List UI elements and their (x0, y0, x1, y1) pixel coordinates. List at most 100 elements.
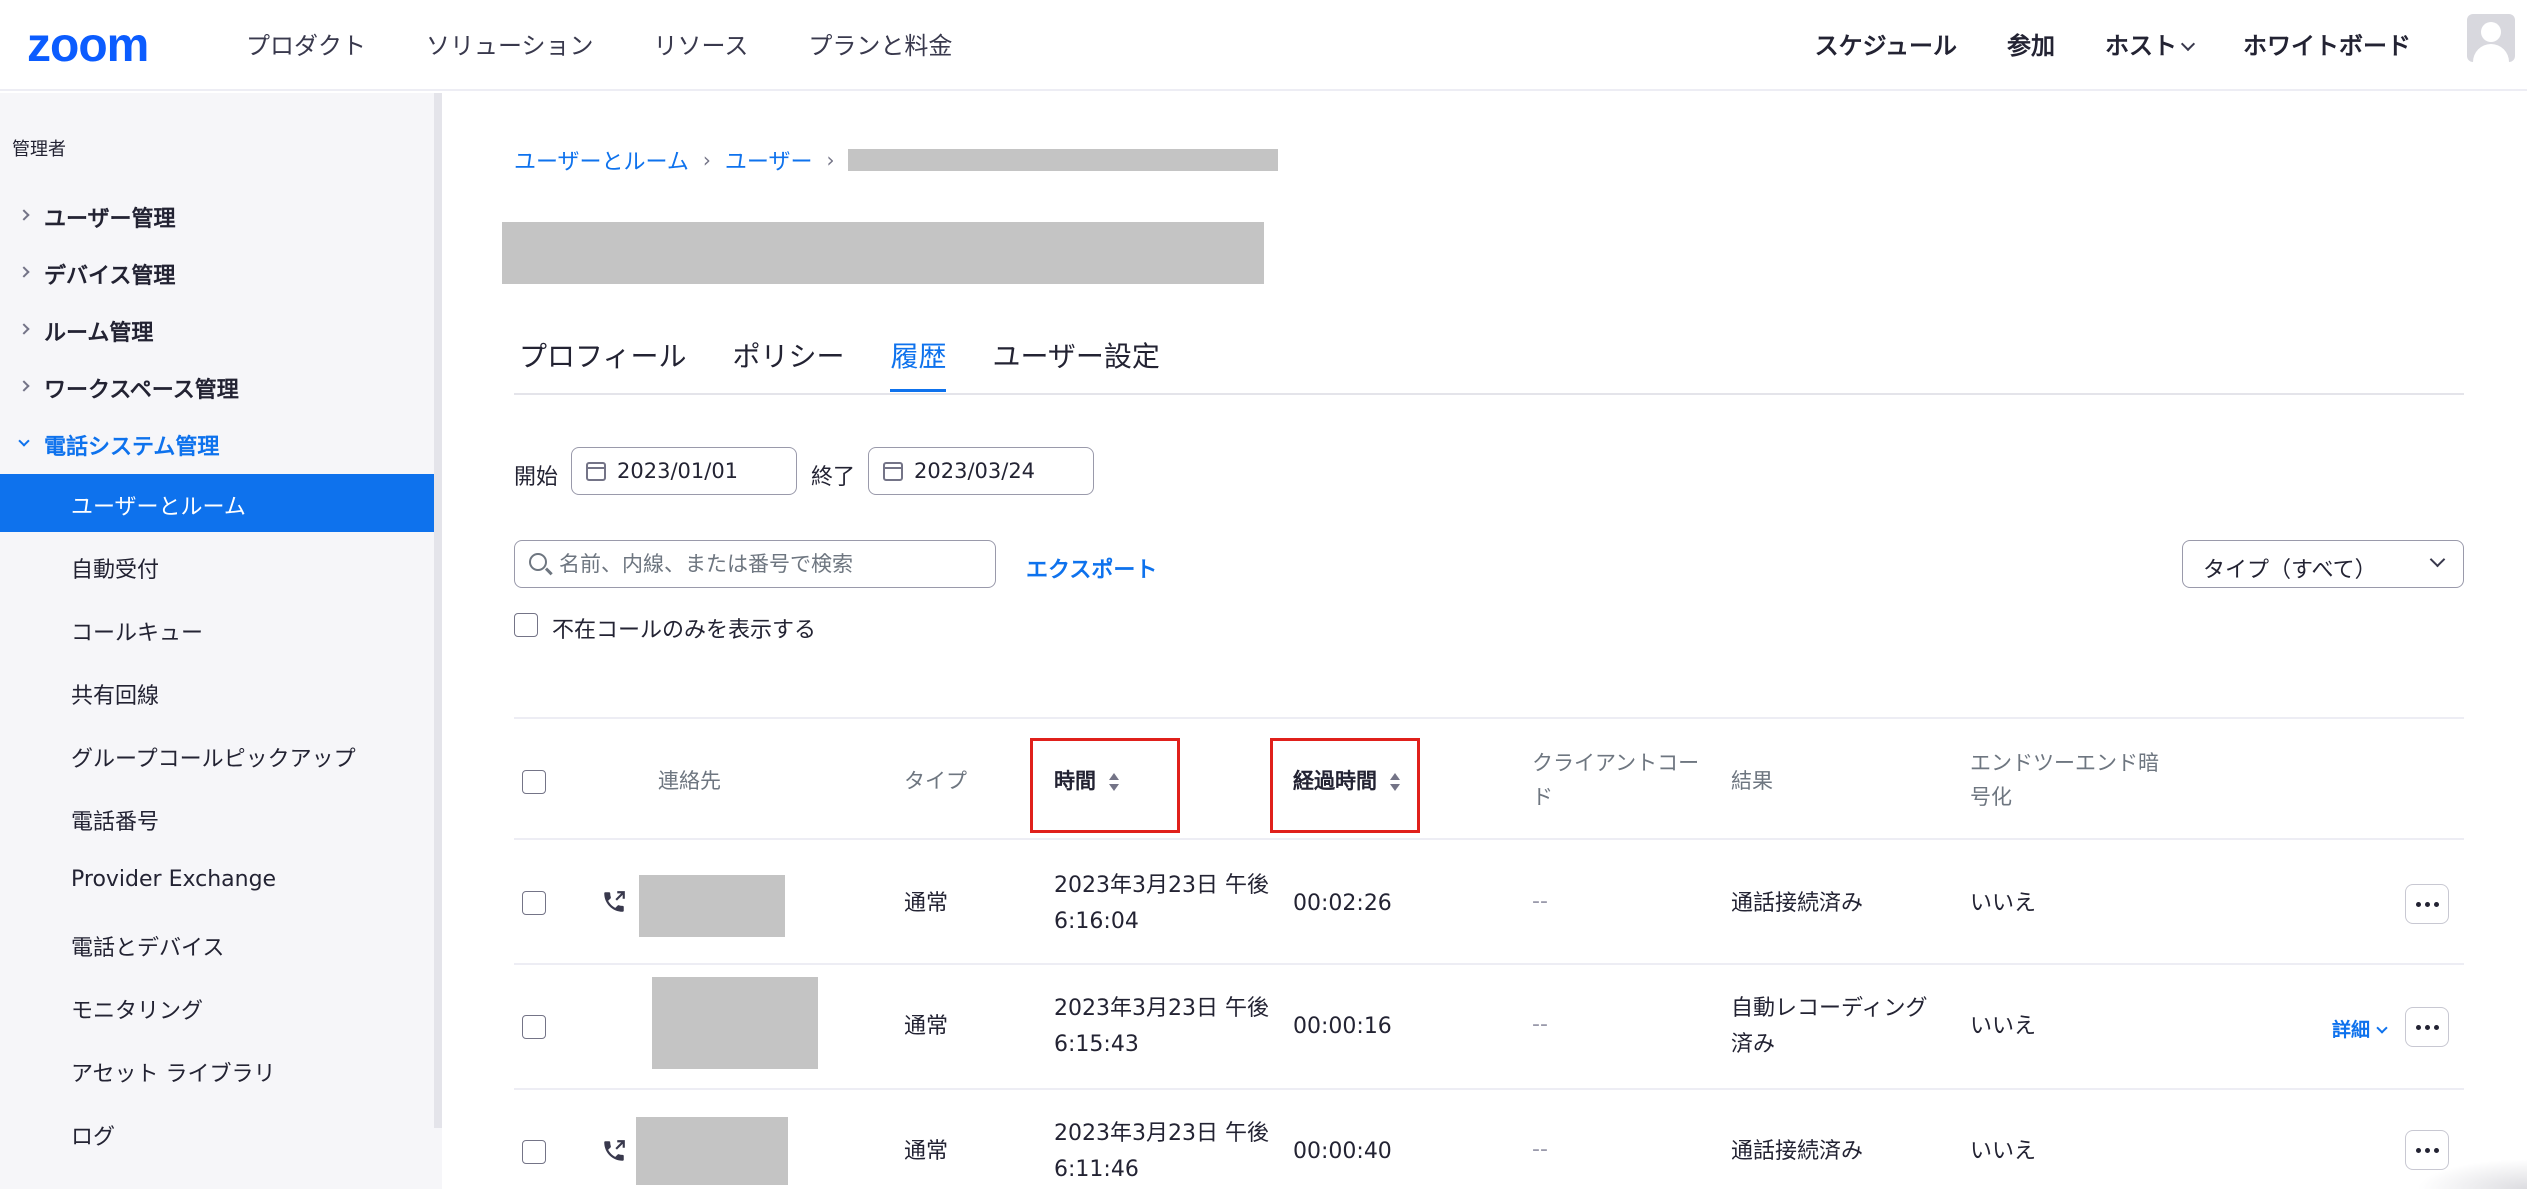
row-time-line2: 6:16:04 (1054, 909, 1139, 934)
sidebar-item-monitoring[interactable]: モニタリング (0, 978, 434, 1036)
end-date-picker[interactable]: 2023/03/24 (868, 447, 1094, 495)
row-time: 2023年3月23日 午後 6:11:46 (1054, 1116, 1269, 1188)
row-checkbox[interactable] (522, 1015, 546, 1039)
nav-products[interactable]: プロダクト (246, 26, 366, 61)
nav-whiteboard[interactable]: ホワイトボード (2243, 26, 2411, 61)
table-header-border (514, 838, 2464, 840)
tab-divider (514, 393, 2464, 395)
column-header-e2e-line1: エンドツーエンド暗 (1970, 751, 2159, 775)
sidebar-item-users-rooms[interactable]: ユーザーとルーム (0, 474, 434, 532)
sidebar-item-label: ログ (71, 1125, 116, 1150)
sidebar-item-phones-devices[interactable]: 電話とデバイス (0, 915, 434, 973)
sidebar-item-shared-lines[interactable]: 共有回線 (0, 663, 434, 721)
row-type: 通常 (904, 891, 949, 916)
nav-schedule[interactable]: スケジュール (1815, 26, 1957, 61)
type-filter-select[interactable]: タイプ（すべて） (2182, 540, 2464, 588)
column-header-contact: 連絡先 (658, 769, 721, 793)
zoom-logo[interactable]: zoom (27, 18, 149, 73)
phone-call-icon (604, 891, 625, 912)
row-time-line1: 2023年3月23日 午後 (1054, 1121, 1269, 1146)
sidebar-scrollbar[interactable] (434, 93, 442, 1128)
sidebar-item-label: 電話番号 (71, 810, 160, 835)
duration-column-highlight (1270, 738, 1420, 833)
column-header-e2e: エンドツーエンド暗 号化 (1970, 746, 2159, 814)
dot-shape (2434, 1025, 2439, 1030)
secondary-nav: スケジュール 参加 ホスト ホワイトボード (1815, 26, 2411, 61)
chevron-right-icon (18, 380, 30, 392)
sidebar-group-workspace-management[interactable]: ワークスペース管理 (0, 368, 434, 418)
missed-only-label: 不在コールのみを表示する (552, 618, 817, 643)
sidebar-group-room-management[interactable]: ルーム管理 (0, 311, 434, 361)
sidebar-group-label: デバイス管理 (44, 264, 176, 289)
tab-history[interactable]: 履歴 (890, 335, 947, 392)
sidebar-item-label: グループコールピックアップ (71, 747, 356, 772)
row-time: 2023年3月23日 午後 6:15:43 (1054, 991, 1269, 1063)
breadcrumb-users-rooms[interactable]: ユーザーとルーム (514, 144, 689, 176)
sidebar-group-user-management[interactable]: ユーザー管理 (0, 197, 434, 247)
sidebar-item-auto-receptionist[interactable]: 自動受付 (0, 537, 434, 595)
row-detail-label: 詳細 (2332, 1019, 2371, 1041)
row-e2e: いいえ (1970, 1139, 2037, 1164)
row-more-button[interactable] (2405, 884, 2449, 924)
row-checkbox[interactable] (522, 1140, 546, 1164)
sidebar-item-logs[interactable]: ログ (0, 1104, 434, 1162)
nav-host[interactable]: ホスト (2105, 26, 2196, 61)
column-header-type: タイプ (904, 769, 967, 793)
nav-solutions[interactable]: ソリューション (426, 26, 594, 61)
tab-profile[interactable]: プロフィール (519, 335, 686, 392)
dot-shape (2425, 902, 2430, 907)
top-navigation: zoom プロダクト ソリューション リソース プランと料金 スケジュール 参加… (0, 0, 2527, 91)
row-more-button[interactable] (2405, 1007, 2449, 1047)
dot-shape (2434, 1148, 2439, 1153)
nav-plans-pricing[interactable]: プランと料金 (808, 26, 952, 61)
search-box[interactable] (514, 540, 996, 588)
chevron-right-icon (18, 323, 30, 335)
tab-user-settings[interactable]: ユーザー設定 (992, 335, 1159, 392)
column-header-client-code: クライアントコード (1532, 746, 1699, 814)
row-time-line2: 6:15:43 (1054, 1032, 1139, 1057)
corner-shadow (2417, 1159, 2527, 1189)
select-all-checkbox[interactable] (522, 770, 546, 794)
nav-join[interactable]: 参加 (2007, 26, 2055, 61)
dot-shape (2416, 1025, 2421, 1030)
redacted-contact (639, 875, 785, 937)
sidebar-item-phone-numbers[interactable]: 電話番号 (0, 789, 434, 847)
row-client-code: -- (1532, 1137, 1548, 1162)
table-row-border (514, 1088, 2464, 1090)
chevron-right-icon: › (826, 148, 835, 172)
breadcrumb-users[interactable]: ユーザー (725, 144, 813, 176)
sidebar-group-phone-system-management[interactable]: 電話システム管理 (0, 425, 434, 475)
sidebar-item-label: ユーザーとルーム (71, 495, 246, 520)
table-top-border (514, 717, 2464, 719)
row-type: 通常 (904, 1014, 949, 1039)
tab-bar: プロフィール ポリシー 履歴 ユーザー設定 (519, 335, 1160, 392)
sidebar-item-asset-library[interactable]: アセット ライブラリ (0, 1041, 434, 1099)
calendar-icon (586, 462, 606, 481)
sidebar-item-group-call-pickup[interactable]: グループコールピックアップ (0, 726, 434, 784)
tab-policy[interactable]: ポリシー (732, 335, 844, 392)
column-header-e2e-line2: 号化 (1970, 785, 2012, 809)
start-date-picker[interactable]: 2023/01/01 (571, 447, 797, 495)
nav-host-label: ホスト (2105, 32, 2177, 60)
redacted-user-name (502, 222, 1264, 284)
export-link[interactable]: エクスポート (1026, 552, 1157, 584)
row-checkbox[interactable] (522, 891, 546, 915)
sidebar-section-label: 管理者 (12, 139, 66, 160)
sidebar-group-device-management[interactable]: デバイス管理 (0, 254, 434, 304)
search-input[interactable] (559, 549, 979, 579)
avatar[interactable] (2467, 14, 2515, 62)
row-result-line1: 自動レコーディング (1731, 996, 1928, 1021)
row-time-line1: 2023年3月23日 午後 (1054, 873, 1269, 898)
start-date-label: 開始 (514, 465, 559, 490)
calendar-icon (883, 462, 903, 481)
sidebar-item-label: 共有回線 (71, 684, 160, 709)
row-e2e: いいえ (1970, 1014, 2037, 1039)
sidebar-item-label: アセット ライブラリ (71, 1062, 276, 1087)
type-filter-value: タイプ（すべて） (2203, 558, 2377, 583)
missed-only-checkbox[interactable] (514, 613, 538, 637)
sidebar-item-provider-exchange[interactable]: Provider Exchange (0, 852, 434, 910)
nav-resources[interactable]: リソース (654, 26, 749, 61)
row-detail-link[interactable]: 詳細 (2332, 1015, 2388, 1042)
sidebar-item-call-queue[interactable]: コールキュー (0, 600, 434, 658)
sidebar-item-label: 自動受付 (71, 558, 160, 583)
